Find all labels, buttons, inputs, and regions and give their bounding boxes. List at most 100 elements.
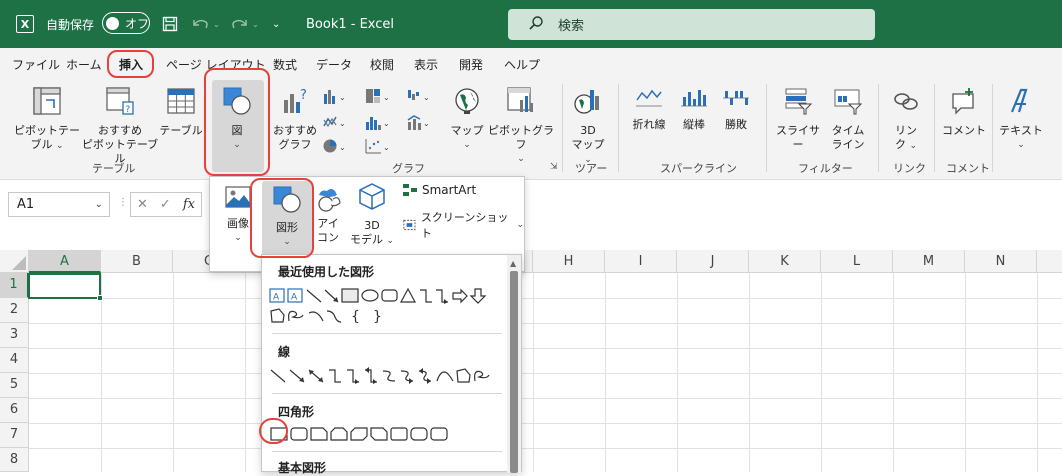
column-header[interactable]: H xyxy=(533,250,605,273)
sparkline-line-button[interactable]: 折れ線 xyxy=(626,86,672,132)
recommended-pivot-button[interactable]: ? おすすめ ピボットテーブル xyxy=(80,86,160,166)
pivot-table-button[interactable]: ピボットテー ブル ⌄ xyxy=(14,86,80,153)
hierarchy-chart-icon[interactable]: ⌄ xyxy=(364,88,390,104)
scroll-up-arrow-icon[interactable]: ▲ xyxy=(510,259,516,268)
illustrations-button[interactable]: 図 ⌄ xyxy=(214,86,260,152)
tab-review[interactable]: 校閲 xyxy=(370,56,394,73)
illustrations-chevron-icon: ⌄ xyxy=(233,140,241,150)
timeline-button[interactable]: タイム ライン xyxy=(826,86,870,152)
row-header[interactable]: 2 xyxy=(0,298,29,323)
svg-text:⌄: ⌄ xyxy=(339,93,346,102)
pivot-table-icon xyxy=(14,86,80,120)
pie-chart-icon[interactable]: ⌄ xyxy=(322,138,346,154)
3d-models-button[interactable]: 3D モデル ⌄ xyxy=(348,181,396,248)
name-box-chevron-icon[interactable]: ⌄ xyxy=(95,193,103,216)
autosave-label: 自動保存 xyxy=(46,17,95,32)
redo-dropdown-icon[interactable]: ⌄ xyxy=(252,0,259,48)
sparkline-column-button[interactable]: 縦棒 xyxy=(674,86,714,132)
pivot-chart-button[interactable]: ピボットグラフ ⌄ xyxy=(488,86,554,166)
undo-dropdown-icon[interactable]: ⌄ xyxy=(213,0,220,48)
divider xyxy=(272,451,502,452)
row-header[interactable]: 4 xyxy=(0,348,29,373)
text-button[interactable]: テキスト ⌄ xyxy=(998,86,1044,152)
map-button[interactable]: マップ ⌄ xyxy=(448,86,486,152)
tab-help[interactable]: ヘルプ xyxy=(504,56,540,73)
customize-qat-icon[interactable]: ⌄ xyxy=(272,0,280,48)
tab-file[interactable]: ファイル xyxy=(12,56,60,73)
3d-map-button[interactable]: 3D マップ ⌄ xyxy=(568,86,608,167)
cell-reference: A1 xyxy=(17,197,35,212)
section-recent-shapes: 最近使用した図形 xyxy=(278,265,375,279)
row-header[interactable]: 5 xyxy=(0,373,29,398)
tab-developer[interactable]: 開発 xyxy=(459,56,483,73)
tab-view[interactable]: 表示 xyxy=(414,56,438,73)
row-header[interactable]: 8 xyxy=(0,448,29,472)
title-bar: X 自動保存 オフ ⌄ ⌄ ⌄ Book1 - Excel 検索 xyxy=(0,0,1062,48)
statistic-chart-icon[interactable]: ⌄ xyxy=(364,114,390,130)
column-header[interactable]: B xyxy=(101,250,173,273)
picture-icon xyxy=(218,185,258,213)
picture-button[interactable]: 画像 ⌄ xyxy=(218,185,258,245)
column-header[interactable]: L xyxy=(821,250,893,273)
row-header[interactable]: 6 xyxy=(0,398,29,423)
smartart-button[interactable]: SmartArt xyxy=(402,183,476,197)
gridline xyxy=(677,273,678,472)
tab-home[interactable]: ホーム xyxy=(66,56,102,73)
shapes-button[interactable]: 図形 ⌄ xyxy=(264,185,310,249)
column-chart-icon[interactable]: ⌄ xyxy=(322,88,346,104)
screenshot-icon xyxy=(403,219,416,231)
tab-formulas[interactable]: 数式 xyxy=(273,56,297,73)
insert-function-icon[interactable]: fx xyxy=(183,193,195,216)
section-basic-shapes: 基本図形 xyxy=(278,461,327,475)
gridline xyxy=(245,273,246,472)
chart-dialog-launcher-icon[interactable]: ⇲ xyxy=(550,162,558,172)
3d-models-label: 3D xyxy=(364,219,380,232)
column-header-partial[interactable] xyxy=(1037,250,1062,273)
scrollbar-thumb[interactable] xyxy=(510,271,518,473)
screenshot-button[interactable]: スクリーンショット ⌄ xyxy=(402,209,524,241)
undo-icon[interactable] xyxy=(190,0,212,48)
tab-page-layout[interactable]: ページ レイアウト xyxy=(166,56,266,73)
column-header[interactable]: J xyxy=(677,250,749,273)
row-header[interactable]: 3 xyxy=(0,323,29,348)
gallery-scrollbar[interactable]: ▲ xyxy=(507,255,521,473)
recommended-pivot-label: おすすめ xyxy=(98,124,142,137)
combo-chart-icon[interactable]: ⌄ xyxy=(406,114,430,130)
name-box[interactable]: A1 ⌄ xyxy=(8,192,110,217)
column-header[interactable]: A xyxy=(29,250,101,273)
row-header[interactable]: 7 xyxy=(0,423,29,448)
comment-button[interactable]: コメント xyxy=(940,86,988,138)
cancel-icon[interactable]: ✕ xyxy=(137,193,148,216)
gridline xyxy=(893,273,894,472)
sparkline-line-label: 折れ線 xyxy=(632,118,666,131)
slicer-button[interactable]: スライサー xyxy=(772,86,824,152)
enter-icon[interactable]: ✓ xyxy=(160,193,171,216)
column-header[interactable]: I xyxy=(605,250,677,273)
icons-icon xyxy=(310,183,346,217)
tab-insert[interactable]: 挿入 xyxy=(119,56,144,78)
recommended-chart-button[interactable]: ? おすすめ グラフ xyxy=(272,86,318,152)
row-header[interactable]: 1 xyxy=(0,273,29,298)
table-button[interactable]: テーブル xyxy=(158,86,204,138)
link-button[interactable]: リン ク ⌄ xyxy=(884,86,928,153)
column-header[interactable]: N xyxy=(965,250,1037,273)
redo-icon[interactable] xyxy=(228,0,250,48)
column-header[interactable]: K xyxy=(749,250,821,273)
active-cell-A1[interactable] xyxy=(28,273,103,301)
tab-data[interactable]: データ xyxy=(316,56,352,73)
illustrations-icon xyxy=(214,86,260,120)
sparkline-winloss-button[interactable]: 勝敗 xyxy=(716,86,756,132)
waterfall-chart-icon[interactable]: ⌄ xyxy=(406,88,430,104)
line-chart-icon[interactable]: ⌄ xyxy=(322,114,346,130)
column-header[interactable]: M xyxy=(893,250,965,273)
shapes-label: 図形 xyxy=(276,221,298,234)
fill-handle[interactable] xyxy=(97,295,103,301)
scatter-chart-icon[interactable]: ⌄ xyxy=(364,138,390,154)
search-box[interactable]: 検索 xyxy=(508,9,875,40)
icons-button[interactable]: アイ コン xyxy=(310,183,346,245)
cube-icon xyxy=(348,181,396,215)
save-icon[interactable] xyxy=(162,0,178,48)
autosave-toggle[interactable]: オフ xyxy=(102,12,150,34)
sparkline-column-icon xyxy=(674,86,714,114)
select-all-corner[interactable] xyxy=(0,250,29,273)
